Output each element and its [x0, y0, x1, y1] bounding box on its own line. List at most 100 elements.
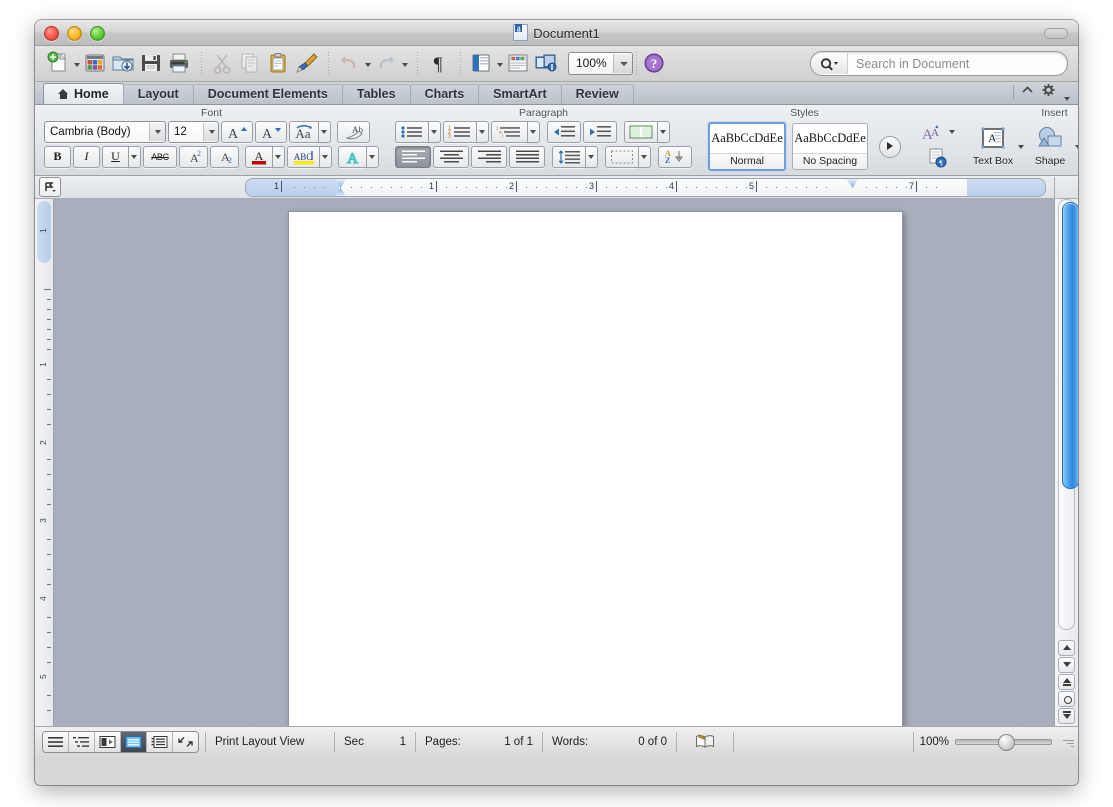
print-layout-view-button[interactable] [121, 731, 147, 752]
numbered-list-caret-icon[interactable] [476, 120, 489, 143]
font-size-selector[interactable]: 12 [168, 120, 219, 143]
increase-indent-button[interactable] [583, 120, 617, 143]
scissors-icon[interactable] [210, 51, 236, 77]
resize-grip[interactable] [1060, 735, 1074, 749]
publishing-view-button[interactable] [95, 731, 121, 752]
insert-shape-button[interactable]: Shape [1026, 124, 1074, 167]
underline-caret-icon[interactable] [128, 145, 141, 168]
search-field[interactable] [810, 51, 1068, 76]
notebook-view-button[interactable] [147, 731, 173, 752]
bulleted-list-button[interactable] [395, 120, 428, 143]
align-right-button[interactable] [471, 145, 507, 168]
grow-font-button[interactable]: A [221, 120, 253, 143]
text-box-caret-icon[interactable] [1017, 134, 1026, 158]
pilcrow-icon[interactable]: ¶ [426, 51, 452, 77]
vertical-scrollbar[interactable] [1054, 177, 1078, 726]
search-input[interactable] [848, 55, 1067, 72]
sort-button[interactable]: AZ [658, 145, 692, 168]
tab-stop-selector[interactable] [39, 177, 61, 197]
help-question-icon[interactable]: ? [642, 51, 668, 77]
zoom-slider[interactable] [955, 733, 1052, 751]
zoom-level-selector[interactable]: 100% [568, 52, 633, 75]
change-case-button[interactable]: Aa [289, 120, 318, 143]
scroll-up-button[interactable] [1058, 640, 1075, 656]
tab-review[interactable]: Review [560, 84, 634, 104]
select-browse-object-button[interactable] [1058, 691, 1075, 707]
outline-view-button[interactable] [69, 731, 95, 752]
style-no-spacing[interactable]: AaBbCcDdEe No Spacing [792, 123, 868, 170]
next-page-button[interactable] [1058, 708, 1075, 724]
tab-tables[interactable]: Tables [341, 84, 411, 104]
bold-button[interactable]: B [44, 145, 71, 168]
insert-text-box-button[interactable]: A Text Box [969, 124, 1017, 167]
text-effects-caret-icon[interactable] [366, 145, 379, 168]
clear-formatting-button[interactable]: Ab [337, 120, 370, 143]
superscript-button[interactable]: A2 [179, 145, 208, 168]
template-gallery-icon[interactable] [83, 51, 109, 77]
collapse-ribbon-chevron-icon[interactable] [1020, 83, 1035, 102]
zoom-slider-knob[interactable] [998, 733, 1015, 751]
styles-gallery-more-button[interactable] [879, 135, 901, 158]
underline-button[interactable]: U [102, 145, 128, 168]
paintbrush-icon[interactable] [294, 51, 320, 77]
tab-layout[interactable]: Layout [122, 84, 194, 104]
undo-caret-icon[interactable] [364, 52, 373, 76]
bulleted-list-caret-icon[interactable] [428, 120, 441, 143]
numbered-list-button[interactable]: 123 [443, 120, 476, 143]
zoom-level-caret-icon[interactable] [612, 54, 632, 73]
toolbar-toggle-button[interactable] [1044, 28, 1068, 39]
change-case-caret-icon[interactable] [318, 120, 331, 143]
sidebar-panel-icon[interactable] [469, 51, 495, 77]
magnifier-icon[interactable] [811, 53, 848, 74]
floppy-save-icon[interactable] [139, 51, 165, 77]
multilevel-list-button[interactable]: 1ai [491, 120, 527, 143]
open-book-icon[interactable] [677, 731, 734, 752]
font-name-selector[interactable]: Cambria (Body) [44, 120, 166, 143]
shape-caret-icon[interactable] [1074, 134, 1078, 158]
highlight-button[interactable]: ABC [287, 145, 319, 168]
columns-button[interactable] [624, 120, 657, 143]
sidebar-caret-icon[interactable] [496, 52, 505, 76]
tab-home[interactable]: Home [43, 83, 124, 104]
italic-button[interactable]: I [73, 145, 100, 168]
text-effects-button[interactable]: A [338, 145, 366, 168]
document-canvas[interactable] [54, 199, 1055, 726]
styles-pane-button[interactable]: AA [917, 122, 947, 144]
align-left-button[interactable] [395, 145, 431, 168]
tab-charts[interactable]: Charts [409, 84, 480, 104]
borders-caret-icon[interactable] [638, 145, 651, 168]
subscript-button[interactable]: A2 [210, 145, 239, 168]
clipboard-paste-icon[interactable] [266, 51, 292, 77]
borders-button[interactable] [605, 145, 638, 168]
media-browser-icon[interactable] [506, 51, 532, 77]
open-folder-icon[interactable] [111, 51, 137, 77]
font-size-caret-icon[interactable] [203, 122, 218, 141]
copy-icon[interactable] [238, 51, 264, 77]
document-page[interactable] [288, 211, 903, 726]
scroll-down-button[interactable] [1058, 657, 1075, 673]
redo-arrow-icon[interactable] [374, 51, 400, 77]
justify-button[interactable] [509, 145, 545, 168]
styles-manage-button[interactable]: ¶ [917, 147, 958, 169]
font-color-button[interactable]: A [245, 145, 272, 168]
scrollbar-thumb[interactable] [1062, 202, 1078, 489]
style-normal[interactable]: AaBbCcDdEe Normal [708, 122, 786, 171]
line-spacing-caret-icon[interactable] [585, 145, 598, 168]
line-spacing-button[interactable] [552, 145, 585, 168]
multilevel-list-caret-icon[interactable] [527, 120, 540, 143]
ribbon-settings-caret-icon[interactable] [1063, 86, 1072, 101]
new-doc-icon[interactable] [46, 51, 72, 77]
shrink-font-button[interactable]: A [255, 120, 287, 143]
align-center-button[interactable] [433, 145, 469, 168]
full-screen-view-button[interactable] [173, 731, 198, 752]
ribbon-settings-gear-icon[interactable] [1041, 83, 1057, 102]
undo-arrow-icon[interactable] [337, 51, 363, 77]
new-doc-caret-icon[interactable] [73, 52, 82, 76]
font-name-caret-icon[interactable] [148, 122, 165, 141]
draft-view-button[interactable] [43, 731, 69, 752]
toolbox-icon[interactable] [534, 51, 560, 77]
strikethrough-button[interactable]: ABC [143, 145, 177, 168]
previous-page-button[interactable] [1058, 674, 1075, 690]
decrease-indent-button[interactable] [547, 120, 581, 143]
styles-pane-caret-icon[interactable] [947, 122, 958, 142]
